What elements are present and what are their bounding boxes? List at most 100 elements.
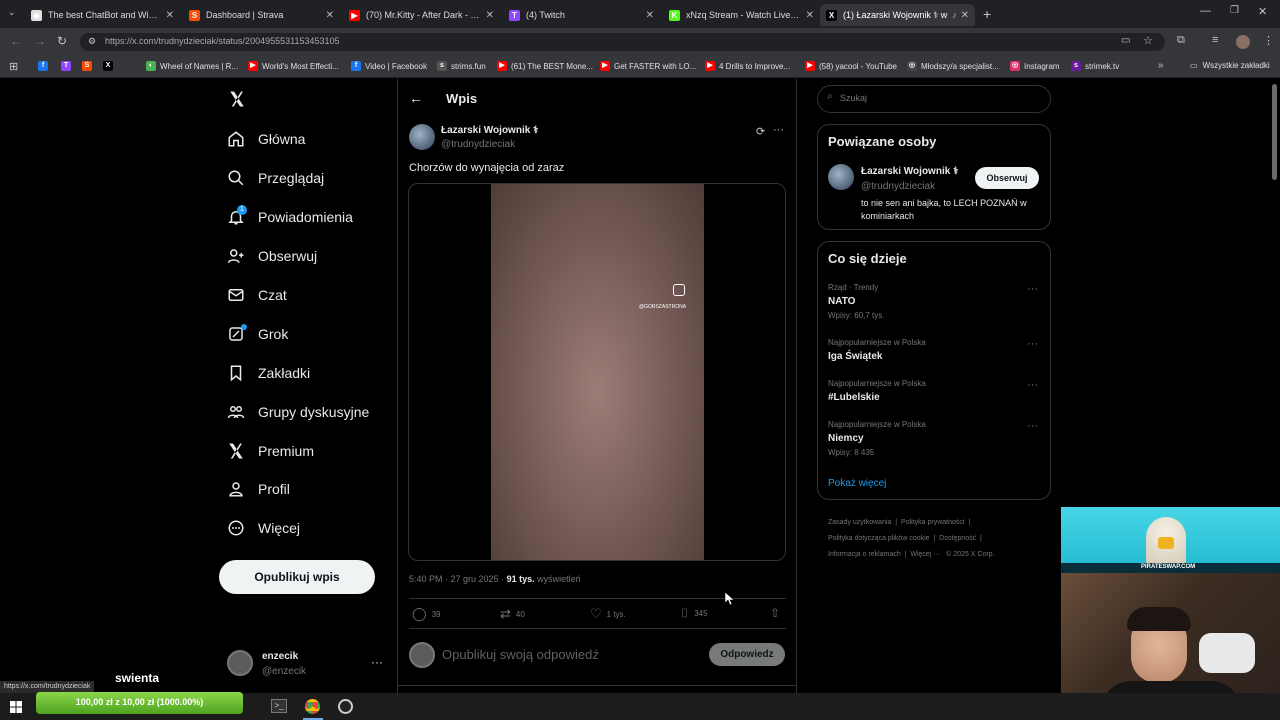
reply-button[interactable]: Odpowiedz bbox=[709, 643, 785, 666]
page-scrollbar[interactable] bbox=[1272, 84, 1277, 180]
related-handle[interactable]: @trudnydzieciak bbox=[861, 181, 935, 192]
related-follow-button[interactable]: Obserwuj bbox=[975, 167, 1039, 189]
back-arrow-icon[interactable]: ← bbox=[409, 90, 423, 106]
minimize-icon[interactable]: — bbox=[1200, 5, 1211, 17]
show-more-link[interactable]: Pokaż więcej bbox=[828, 478, 886, 489]
bookmark-action[interactable]: ⌷ 345 bbox=[681, 606, 708, 621]
post-button[interactable]: Opublikuj wpis bbox=[219, 560, 375, 594]
x-logo-icon[interactable] bbox=[228, 90, 246, 108]
tab-close-icon[interactable]: ✕ bbox=[486, 10, 494, 21]
footer-terms[interactable]: Zasady użytkowania bbox=[828, 519, 891, 526]
browser-tab[interactable]: X (1) Łazarski Wojownik ⚕︎ w ♪ ✕ bbox=[820, 4, 975, 26]
bookmark-item[interactable]: ▶ 4 Drills to Improve... bbox=[705, 61, 790, 71]
trend-name[interactable]: NATO bbox=[828, 296, 855, 307]
media-icon[interactable]: ≡ bbox=[1212, 34, 1218, 46]
new-tab-icon[interactable]: + bbox=[983, 6, 991, 22]
reply-input[interactable]: Opublikuj swoją odpowiedź bbox=[442, 647, 599, 662]
trend-name[interactable]: #Lubelskie bbox=[828, 392, 880, 403]
author-name[interactable]: Łazarski Wojownik ⚕︎ bbox=[441, 125, 538, 136]
author-handle[interactable]: @trudnydzieciak bbox=[441, 139, 515, 150]
nav-follow[interactable]: Obserwuj bbox=[227, 247, 317, 265]
related-name[interactable]: Łazarski Wojownik ⚕︎ bbox=[861, 166, 958, 177]
bookmark-item[interactable]: ◐ Wheel of Names | R... bbox=[146, 61, 238, 71]
nav-grok[interactable]: Grok bbox=[227, 325, 288, 343]
account-avatar[interactable] bbox=[227, 650, 253, 676]
bookmark-item[interactable]: ◎ Instagram bbox=[1010, 61, 1060, 71]
nav-communities[interactable]: Grupy dyskusyjne bbox=[227, 403, 369, 421]
tab-mute-icon[interactable]: ♪ bbox=[952, 10, 957, 20]
author-avatar[interactable] bbox=[409, 124, 435, 150]
browser-tab[interactable]: T (4) Twitch ✕ bbox=[503, 4, 660, 26]
nav-chat[interactable]: Czat bbox=[227, 286, 287, 304]
nav-more[interactable]: Więcej bbox=[227, 519, 300, 537]
restore-icon[interactable]: ❐ bbox=[1230, 5, 1239, 16]
trend-more-icon[interactable]: ··· bbox=[1027, 338, 1038, 350]
reload-icon[interactable]: ↻ bbox=[57, 34, 67, 48]
reply-action[interactable]: ◯ 39 bbox=[412, 606, 440, 622]
windows-start-icon[interactable] bbox=[10, 701, 22, 713]
cast-icon[interactable]: ▭ bbox=[1121, 35, 1130, 46]
star-icon[interactable]: ☆ bbox=[1143, 34, 1153, 47]
footer-accessibility[interactable]: Dostępność bbox=[939, 535, 976, 542]
apps-icon[interactable]: ⊞ bbox=[9, 60, 18, 73]
tab-close-icon[interactable]: ✕ bbox=[961, 10, 969, 21]
browser-tab[interactable]: S Dashboard | Strava ✕ bbox=[183, 4, 340, 26]
nav-premium[interactable]: Premium bbox=[227, 442, 314, 460]
trend-name[interactable]: Niemcy bbox=[828, 433, 864, 444]
close-window-icon[interactable]: ✕ bbox=[1258, 5, 1267, 18]
like-action[interactable]: ♡ 1 tys. bbox=[590, 606, 626, 622]
bookmark-item[interactable]: f Video | Facebook bbox=[351, 61, 427, 71]
account-menu-icon[interactable]: ··· bbox=[371, 655, 383, 669]
bookmark-item[interactable]: T bbox=[61, 61, 75, 71]
all-bookmarks[interactable]: ▭ Wszystkie zakładki bbox=[1190, 61, 1270, 70]
post-video[interactable] bbox=[491, 184, 704, 560]
profile-avatar-icon[interactable] bbox=[1236, 35, 1250, 49]
chrome-taskbar-icon[interactable] bbox=[305, 699, 320, 714]
bookmark-item[interactable]: ▶ Get FASTER with LO... bbox=[600, 61, 696, 71]
bookmark-item[interactable]: S bbox=[82, 61, 96, 71]
back-icon[interactable]: ← bbox=[10, 34, 22, 48]
post-more-icon[interactable]: ··· bbox=[773, 124, 784, 136]
bookmarks-overflow-icon[interactable]: » bbox=[1158, 60, 1164, 71]
chrome-menu-icon[interactable]: ⋮ bbox=[1263, 34, 1274, 47]
extensions-icon[interactable]: ⧉ bbox=[1177, 34, 1185, 47]
bookmark-item[interactable]: f bbox=[38, 61, 52, 71]
trend-name[interactable]: Iga Świątek bbox=[828, 351, 882, 362]
grok-analyze-icon[interactable]: ⟳ bbox=[756, 125, 765, 138]
search-input[interactable]: Szukaj bbox=[840, 93, 867, 103]
tab-close-icon[interactable]: ✕ bbox=[646, 10, 654, 21]
tab-close-icon[interactable]: ✕ bbox=[326, 10, 334, 21]
tab-close-icon[interactable]: ✕ bbox=[166, 10, 174, 21]
terminal-taskbar-icon[interactable]: >_ bbox=[271, 699, 287, 713]
nav-bookmarks[interactable]: Zakładki bbox=[227, 364, 310, 382]
footer-more[interactable]: Więcej ··· bbox=[910, 551, 940, 558]
bookmark-item[interactable]: ▶ (61) The BEST Mone... bbox=[497, 61, 593, 71]
bookmark-item[interactable]: s strimek.tv bbox=[1071, 61, 1119, 71]
browser-tab[interactable]: KxNzq Stream - Watch Live on K ✕ bbox=[663, 4, 820, 26]
footer-privacy[interactable]: Polityka prywatności bbox=[901, 519, 964, 526]
trend-more-icon[interactable]: ··· bbox=[1027, 379, 1038, 391]
obs-taskbar-icon[interactable] bbox=[338, 699, 353, 714]
nav-explore[interactable]: Przeglądaj bbox=[227, 169, 324, 187]
bookmark-item[interactable]: ▶ World's Most Effecti... bbox=[248, 61, 339, 71]
forward-icon[interactable]: → bbox=[34, 34, 46, 48]
nav-profile[interactable]: Profil bbox=[227, 480, 290, 498]
repost-action[interactable]: ⇄ 40 bbox=[500, 606, 525, 622]
tab-search-icon[interactable]: ⌄ bbox=[8, 7, 16, 18]
tab-close-icon[interactable]: ✕ bbox=[806, 10, 814, 21]
bookmark-item[interactable]: ▶ (58) yacool - YouTube bbox=[805, 61, 897, 71]
browser-tab[interactable]: ◆ The best ChatBot and Widgets ✕ bbox=[25, 4, 180, 26]
bookmark-item[interactable]: X bbox=[103, 61, 117, 71]
browser-tab[interactable]: ▶ (70) Mr.Kitty - After Dark - You ✕ bbox=[343, 4, 500, 26]
trend-more-icon[interactable]: ··· bbox=[1027, 283, 1038, 295]
share-icon[interactable]: ⇧ bbox=[770, 606, 780, 620]
trend-more-icon[interactable]: ··· bbox=[1027, 420, 1038, 432]
footer-cookies[interactable]: Polityka dotycząca plików cookie bbox=[828, 535, 930, 542]
post-media-frame[interactable]: @GORSZASTRONA bbox=[408, 183, 786, 561]
bookmark-item[interactable]: s strims.fun bbox=[437, 61, 486, 71]
nav-home[interactable]: Główna bbox=[227, 130, 305, 148]
related-avatar[interactable] bbox=[828, 164, 854, 190]
footer-ads[interactable]: Informacja o reklamach bbox=[828, 551, 901, 558]
site-info-icon[interactable]: ⚙ bbox=[88, 36, 96, 47]
bookmark-item[interactable]: ◎ Młodszy/a specjalist... bbox=[907, 61, 999, 71]
